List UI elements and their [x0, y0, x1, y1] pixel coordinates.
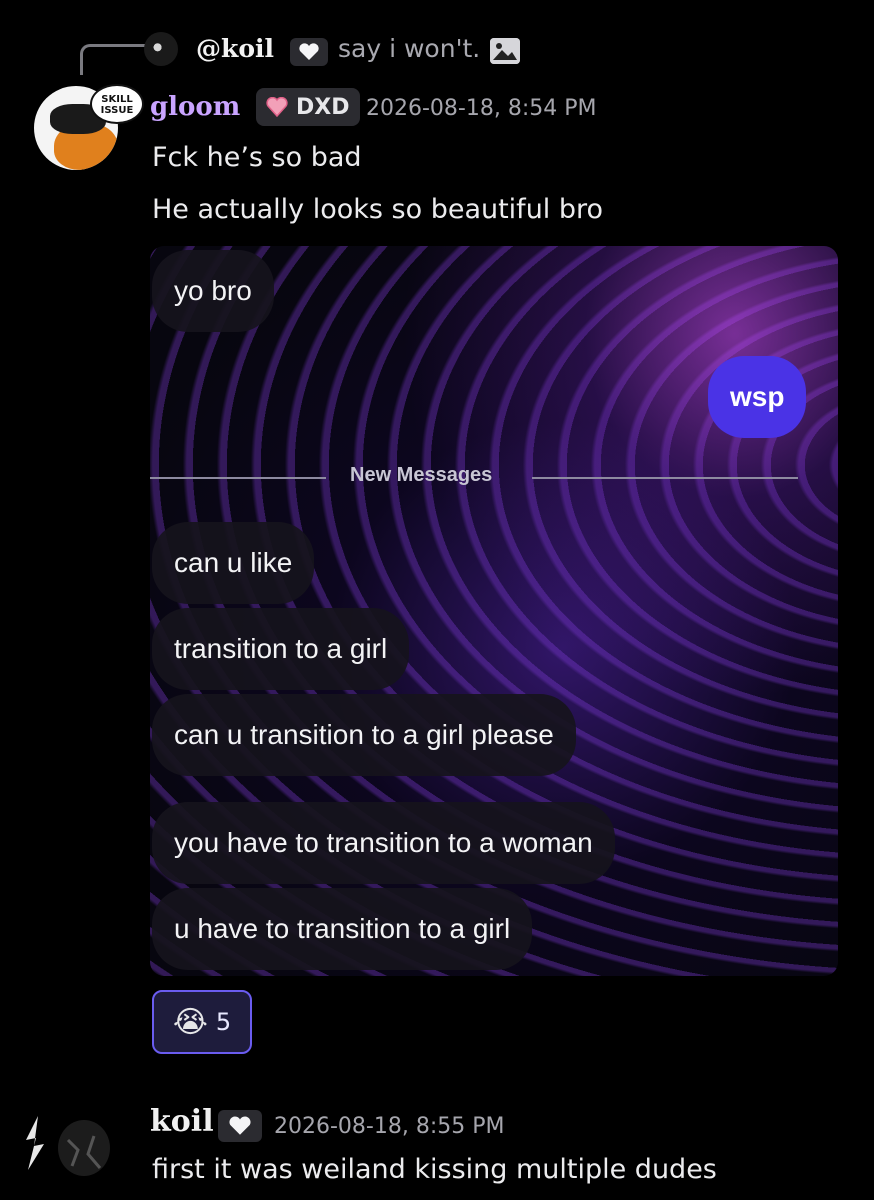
chat-bubble-incoming: can u transition to a girl please: [152, 694, 576, 776]
reply-preview-text[interactable]: say i won't.: [338, 34, 480, 63]
message-timestamp: 2026-08-18, 8:55 PM: [274, 1114, 505, 1139]
avatar-speech-bubble: SKILL ISSUE: [90, 84, 144, 124]
message-author[interactable]: gloom: [150, 92, 240, 122]
chat-bubble-outgoing: wsp: [708, 356, 807, 438]
new-messages-label: New Messages: [350, 464, 493, 486]
reaction-count: 5: [215, 1008, 232, 1036]
message-text: first it was weiland kissing multiple du…: [152, 1154, 717, 1185]
image-attachment[interactable]: yo bro wsp New Messages can u like trans…: [150, 246, 838, 976]
crying-emoji-icon: 😭: [172, 1004, 208, 1040]
role-badge[interactable]: DXD: [256, 88, 360, 126]
avatar[interactable]: [24, 1110, 114, 1180]
chat-bubble-incoming: transition to a girl: [152, 608, 410, 690]
heart-icon: [266, 97, 288, 117]
reply-author[interactable]: @koil: [196, 34, 274, 63]
avatar[interactable]: SKILL ISSUE: [34, 84, 144, 170]
reply-connector: [80, 44, 147, 75]
new-messages-divider: New Messages: [150, 464, 800, 488]
chat-bubble-incoming: yo bro: [152, 250, 274, 332]
message-timestamp: 2026-08-18, 8:54 PM: [366, 96, 597, 121]
message-text: Fck he’s so bad: [152, 142, 362, 173]
chat-bubble-incoming: u have to transition to a girl: [152, 888, 533, 970]
chat-bubble-incoming: can u like: [152, 522, 315, 604]
message-text: He actually looks so beautiful bro: [152, 194, 604, 225]
role-label: DXD: [296, 94, 350, 120]
heart-badge-icon: [218, 1110, 262, 1142]
reaction-button[interactable]: 😭 5: [152, 990, 252, 1054]
message-author[interactable]: koil: [150, 1104, 214, 1139]
image-attachment-icon: [490, 38, 520, 64]
chat-bubble-incoming: you have to transition to a woman: [152, 802, 615, 884]
reply-avatar[interactable]: [144, 32, 178, 66]
heart-badge-icon: [290, 38, 328, 66]
